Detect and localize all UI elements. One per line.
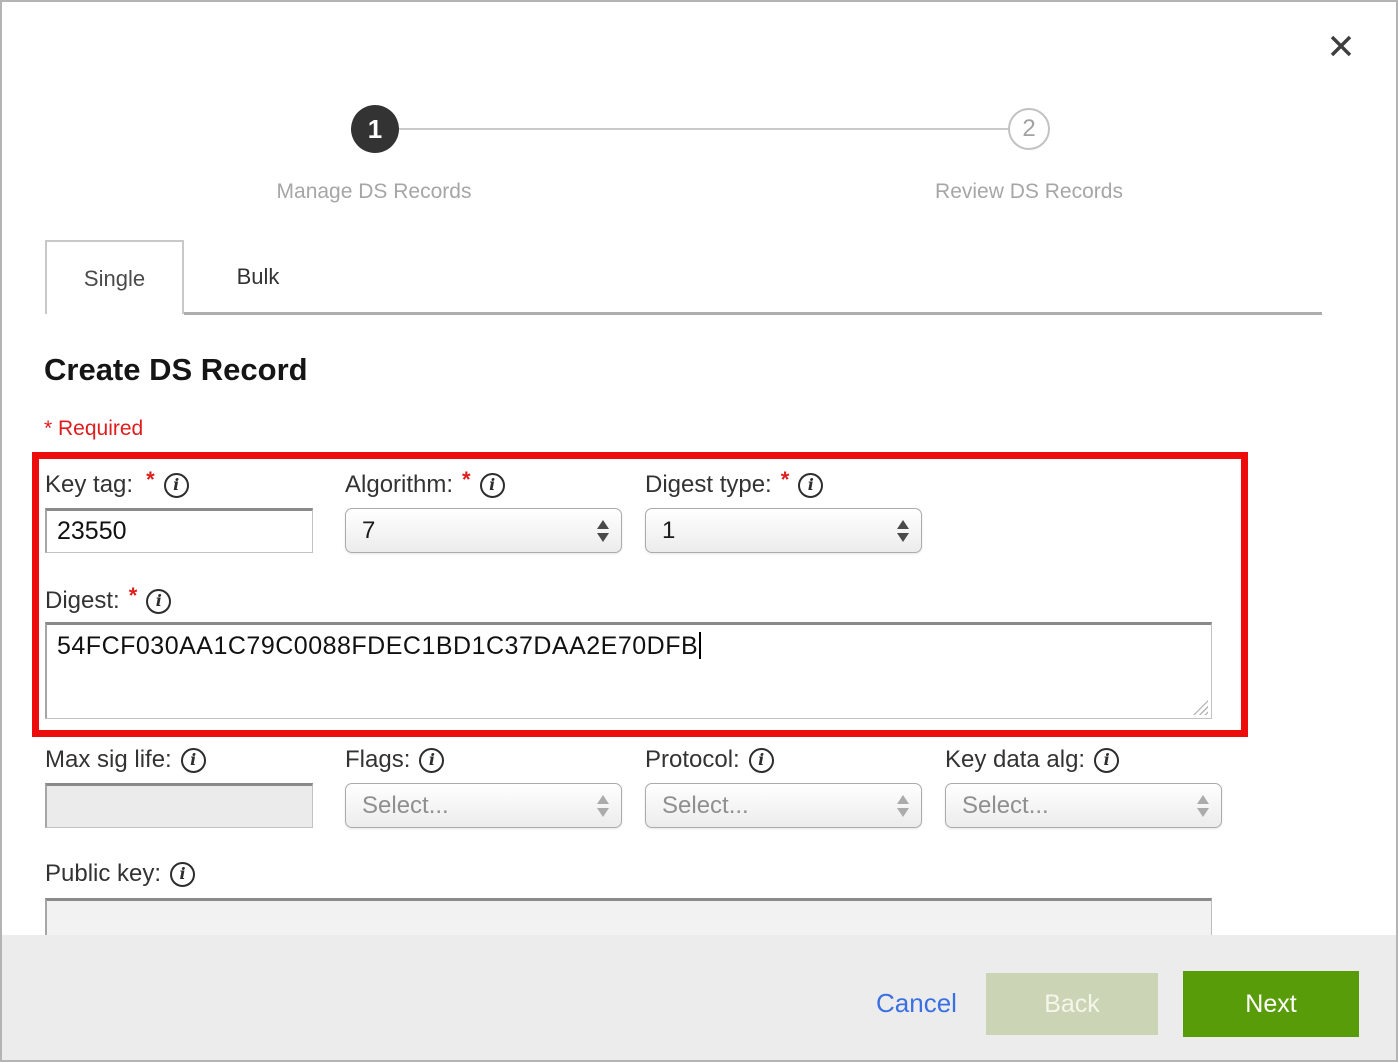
- info-icon-glyph: i: [180, 866, 186, 882]
- back-button: Back: [986, 973, 1158, 1035]
- digest-type-select-value: 1: [662, 517, 897, 545]
- required-note: * Required: [44, 417, 143, 441]
- info-icon[interactable]: i: [170, 862, 195, 887]
- info-icon-glyph: i: [1104, 752, 1110, 768]
- select-arrows-icon: [897, 795, 909, 817]
- tab-single[interactable]: Single: [45, 240, 184, 314]
- protocol-select-value: Select...: [662, 792, 897, 820]
- required-asterisk: *: [129, 583, 138, 609]
- select-arrows-icon: [597, 795, 609, 817]
- protocol-label: Protocol: i: [645, 745, 774, 775]
- key-tag-label-text: Key tag:: [45, 471, 133, 499]
- info-icon-glyph: i: [429, 752, 435, 768]
- key-data-alg-select-value: Select...: [962, 792, 1197, 820]
- algorithm-select-value: 7: [362, 517, 597, 545]
- tab-underline: [184, 312, 1322, 315]
- protocol-label-text: Protocol:: [645, 746, 740, 774]
- select-arrows-icon: [597, 520, 609, 542]
- digest-type-label: Digest type: * i: [645, 470, 823, 500]
- info-icon-glyph: i: [808, 477, 814, 493]
- info-icon-glyph: i: [156, 593, 162, 609]
- max-sig-life-input: [45, 783, 313, 828]
- create-ds-record-dialog: 1 2 Manage DS Records Review DS Records …: [0, 0, 1398, 1062]
- digest-type-select[interactable]: 1: [645, 508, 922, 553]
- step-1-label: Manage DS Records: [174, 180, 574, 204]
- info-icon[interactable]: i: [181, 748, 206, 773]
- flags-label: Flags: i: [345, 745, 444, 775]
- flags-select-value: Select...: [362, 792, 597, 820]
- info-icon-glyph: i: [173, 477, 179, 493]
- tab-bulk[interactable]: Bulk: [184, 240, 332, 314]
- key-data-alg-label: Key data alg: i: [945, 745, 1119, 775]
- key-tag-input[interactable]: [45, 508, 313, 553]
- key-data-alg-label-text: Key data alg:: [945, 746, 1085, 774]
- info-icon[interactable]: i: [146, 589, 171, 614]
- stepper-connector-line: [375, 128, 1032, 130]
- page-title: Create DS Record: [44, 352, 308, 388]
- cancel-button[interactable]: Cancel: [876, 988, 957, 1019]
- next-button[interactable]: Next: [1183, 971, 1359, 1037]
- step-2-indicator: 2: [1008, 108, 1050, 150]
- info-icon[interactable]: i: [419, 748, 444, 773]
- info-icon[interactable]: i: [164, 473, 189, 498]
- public-key-label-text: Public key:: [45, 860, 161, 888]
- flags-label-text: Flags:: [345, 746, 410, 774]
- key-data-alg-select[interactable]: Select...: [945, 783, 1222, 828]
- required-asterisk: *: [462, 467, 471, 493]
- digest-value: 54FCF030AA1C79C0088FDEC1BD1C37DAA2E70DFB: [57, 632, 698, 660]
- public-key-textarea[interactable]: [45, 898, 1212, 935]
- max-sig-life-label: Max sig life: i: [45, 745, 206, 775]
- info-icon[interactable]: i: [480, 473, 505, 498]
- step-2-label: Review DS Records: [829, 180, 1229, 204]
- digest-type-label-text: Digest type:: [645, 471, 772, 499]
- algorithm-label-text: Algorithm:: [345, 471, 453, 499]
- text-caret: [699, 632, 701, 659]
- algorithm-select[interactable]: 7: [345, 508, 622, 553]
- close-button[interactable]: [1320, 26, 1362, 68]
- resize-handle-icon[interactable]: [1193, 700, 1208, 715]
- required-asterisk: *: [781, 467, 790, 493]
- flags-select[interactable]: Select...: [345, 783, 622, 828]
- digest-label-text: Digest:: [45, 587, 120, 615]
- info-icon-glyph: i: [489, 477, 495, 493]
- info-icon-glyph: i: [758, 752, 764, 768]
- select-arrows-icon: [1197, 795, 1209, 817]
- public-key-label: Public key: i: [45, 859, 195, 889]
- info-icon[interactable]: i: [749, 748, 774, 773]
- info-icon-glyph: i: [190, 752, 196, 768]
- select-arrows-icon: [897, 520, 909, 542]
- required-asterisk: *: [146, 467, 155, 493]
- digest-label: Digest: * i: [45, 586, 171, 616]
- info-icon[interactable]: i: [1094, 748, 1119, 773]
- digest-textarea[interactable]: 54FCF030AA1C79C0088FDEC1BD1C37DAA2E70DFB: [45, 622, 1212, 719]
- info-icon[interactable]: i: [798, 473, 823, 498]
- max-sig-life-label-text: Max sig life:: [45, 746, 172, 774]
- close-icon: [1324, 29, 1358, 63]
- protocol-select[interactable]: Select...: [645, 783, 922, 828]
- footer: Cancel Back Next: [2, 935, 1396, 1060]
- step-1-indicator: 1: [351, 105, 399, 153]
- key-tag-label: Key tag: * i: [45, 470, 189, 500]
- algorithm-label: Algorithm: * i: [345, 470, 505, 500]
